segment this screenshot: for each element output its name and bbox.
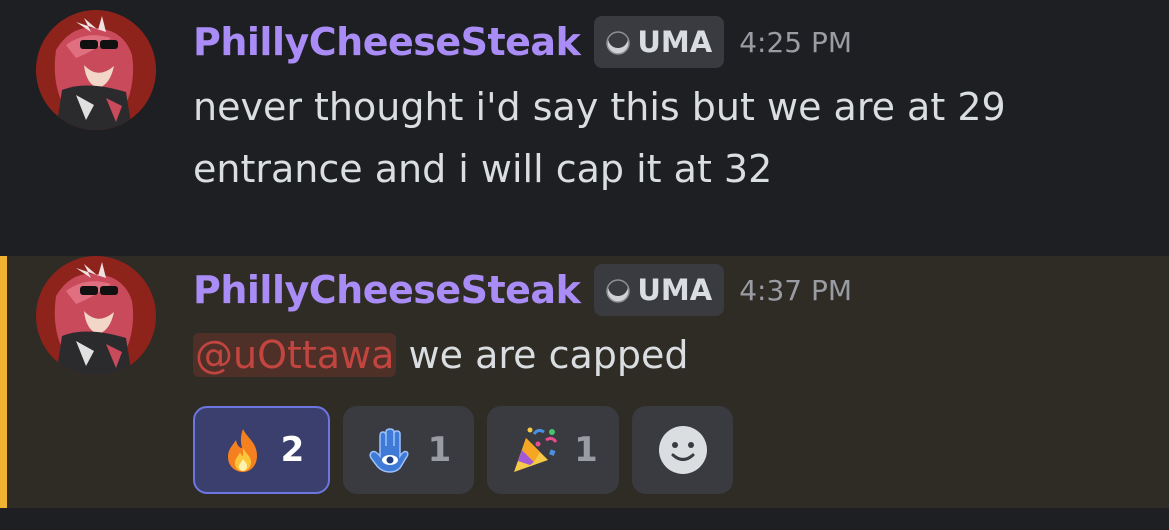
timestamp[interactable]: 4:25 PM (739, 26, 852, 59)
message-header: PhillyCheeseSteak UMA 4:25 PM (193, 14, 852, 70)
message-highlighted: PhillyCheeseSteak UMA 4:37 PM @uOttawa w… (0, 256, 1169, 508)
moon-badge-icon (604, 28, 632, 56)
party-popper-icon (508, 424, 560, 476)
message-text: we are capped (396, 333, 689, 377)
timestamp[interactable]: 4:37 PM (739, 274, 852, 307)
reaction-count: 1 (427, 430, 452, 470)
message-header: PhillyCheeseSteak UMA 4:37 PM (193, 262, 852, 318)
hamsa-icon (366, 426, 414, 474)
message-content: never thought i'd say this but we are at… (193, 76, 1093, 200)
guild-tag[interactable]: UMA (594, 264, 725, 316)
guild-tag-label: UMA (637, 25, 713, 59)
guild-tag[interactable]: UMA (594, 16, 725, 68)
reaction-hamsa[interactable]: 1 (343, 406, 474, 494)
add-reaction-button[interactable] (632, 406, 733, 494)
reaction-count: 1 (574, 430, 598, 470)
avatar[interactable] (36, 10, 156, 130)
message-line: never thought i'd say this but we are at… (193, 85, 1006, 129)
reaction-count: 2 (280, 430, 305, 470)
username[interactable]: PhillyCheeseSteak (193, 20, 581, 64)
message-line: entrance and i will cap it at 32 (193, 147, 773, 191)
avatar[interactable] (36, 256, 156, 376)
reactions-bar: 2 1 1 (193, 406, 733, 494)
message-content: @uOttawa we are capped (193, 324, 1093, 386)
username[interactable]: PhillyCheeseSteak (193, 268, 581, 312)
moon-badge-icon (604, 276, 632, 304)
divider (0, 508, 1169, 530)
message: PhillyCheeseSteak UMA 4:25 PM never thou… (0, 0, 1169, 256)
guild-tag-label: UMA (637, 273, 713, 307)
reaction-fire[interactable]: 2 (193, 406, 330, 494)
reaction-party-popper[interactable]: 1 (487, 406, 619, 494)
chat-view: PhillyCheeseSteak UMA 4:25 PM never thou… (0, 0, 1169, 530)
smiley-add-icon (657, 424, 709, 476)
fire-icon (219, 426, 267, 474)
user-mention[interactable]: @uOttawa (193, 333, 397, 377)
